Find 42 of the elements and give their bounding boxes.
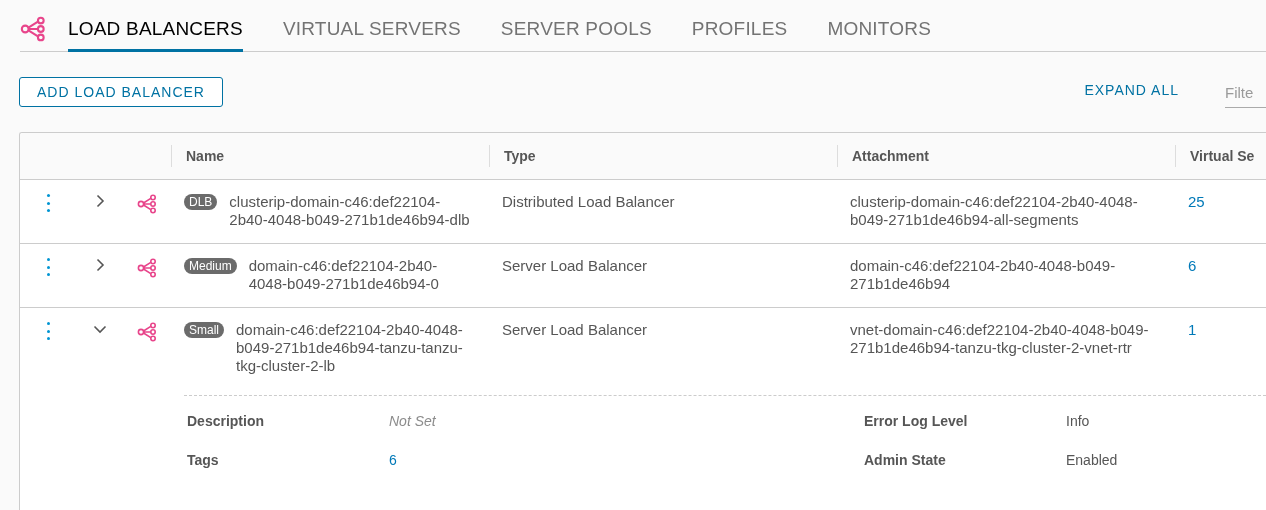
load-balancer-type: Server Load Balancer bbox=[502, 257, 648, 274]
tab[interactable]: LOAD BALANCERS bbox=[68, 18, 243, 52]
load-balancer-name: clusterip-domain-c46:def22104-2b40-4048-b049-271b1de46b94-dlb bbox=[229, 193, 471, 229]
tab[interactable]: PROFILES bbox=[691, 18, 788, 52]
size-badge: Medium bbox=[184, 258, 237, 274]
detail-value: Info bbox=[1066, 413, 1090, 429]
load-balancer-name: domain-c46:def22104-2b40-4048-b049-271b1de46b94-tanzu-tanzu-tkg-cluster-2-lb bbox=[236, 321, 464, 375]
virtual-servers-count-link[interactable]: 6 bbox=[1188, 257, 1197, 274]
add-load-balancer-button[interactable]: ADD LOAD BALANCER bbox=[19, 77, 223, 107]
detail-label: Tags bbox=[187, 452, 219, 468]
detail-value: Enabled bbox=[1066, 452, 1118, 468]
attachment-name: domain-c46:def22104-2b40-4048-b049-271b1de46b94 bbox=[850, 257, 1116, 292]
column-header[interactable]: Virtual Se bbox=[1190, 148, 1255, 164]
detail-link[interactable]: 6 bbox=[389, 452, 397, 468]
virtual-servers-count-link[interactable]: 25 bbox=[1188, 193, 1205, 210]
branching-nodes-icon bbox=[137, 322, 157, 342]
branching-nodes-icon bbox=[137, 194, 157, 214]
tab[interactable]: MONITORS bbox=[827, 18, 932, 52]
detail-label: Admin State bbox=[864, 452, 946, 468]
virtual-servers-count-link[interactable]: 1 bbox=[1188, 321, 1197, 338]
column-header[interactable]: Name bbox=[186, 148, 225, 164]
row-actions-icon[interactable] bbox=[47, 194, 51, 212]
attachment-name: clusterip-domain-c46:def22104-2b40-4048-b049-271b1de46b94-all-segments bbox=[850, 193, 1138, 228]
column-header[interactable]: Attachment bbox=[852, 148, 929, 164]
tab[interactable]: VIRTUAL SERVERS bbox=[282, 18, 461, 52]
column-header[interactable]: Type bbox=[504, 148, 536, 164]
size-badge: Small bbox=[184, 322, 224, 338]
load-balancer-type: Distributed Load Balancer bbox=[502, 193, 675, 210]
tab[interactable]: SERVER POOLS bbox=[500, 18, 652, 52]
row-actions-icon[interactable] bbox=[47, 322, 51, 340]
detail-label: Error Log Level bbox=[864, 413, 968, 429]
detail-label: Description bbox=[187, 413, 264, 429]
branching-nodes-icon bbox=[20, 15, 46, 42]
detail-value: Not Set bbox=[389, 413, 436, 429]
row-actions-icon[interactable] bbox=[47, 258, 51, 276]
load-balancer-type: Server Load Balancer bbox=[502, 321, 648, 338]
branching-nodes-icon bbox=[137, 258, 157, 278]
size-badge: DLB bbox=[184, 194, 218, 210]
attachment-name: vnet-domain-c46:def22104-2b40-4048-b049-271b1de46b94-tanzu-tkg-cluster-2-vnet-rtr bbox=[850, 321, 1149, 356]
expand-all-link[interactable]: EXPAND ALL bbox=[1084, 82, 1179, 98]
load-balancer-name: domain-c46:def22104-2b40-4048-b049-271b1de46b94-0 bbox=[248, 257, 440, 293]
filter-field[interactable]: Filte bbox=[1225, 78, 1266, 108]
